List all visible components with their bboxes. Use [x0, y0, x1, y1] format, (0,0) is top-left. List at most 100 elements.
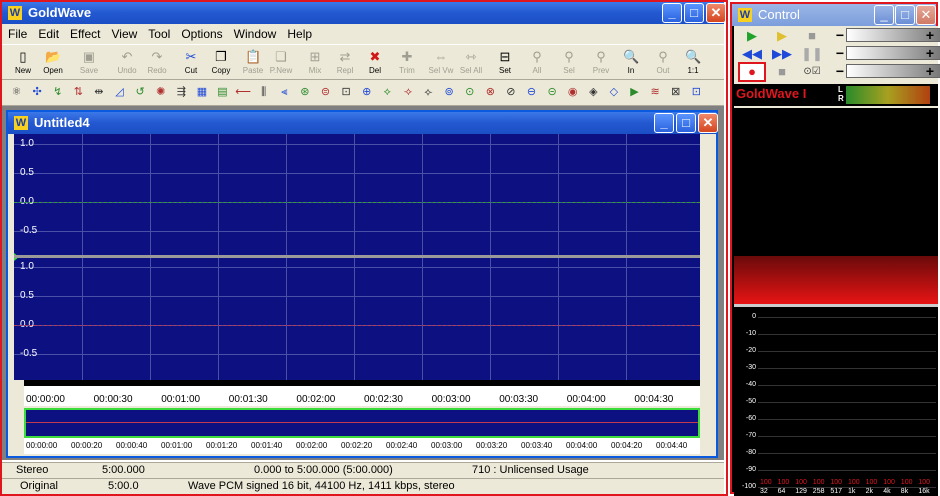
- toolbar-out-button[interactable]: ⚲ Out: [648, 47, 678, 79]
- menu-effect[interactable]: Effect: [64, 24, 105, 41]
- control-maximize-button[interactable]: □: [895, 5, 915, 25]
- effect-19-icon[interactable]: ⟡: [379, 84, 396, 101]
- toolbar-cut-button[interactable]: ✂ Cut: [176, 47, 206, 79]
- toolbar-in-button[interactable]: 🔍 In: [616, 47, 646, 79]
- effect-27-icon[interactable]: ⊝: [544, 84, 561, 101]
- toolbar-redo-button[interactable]: ↷ Redo: [142, 47, 172, 79]
- control-close-button[interactable]: ✕: [916, 5, 936, 25]
- effect-11-icon[interactable]: ▤: [214, 84, 231, 101]
- sound-minimize-button[interactable]: _: [654, 113, 674, 133]
- effect-7-icon[interactable]: ↺: [132, 84, 149, 101]
- effect-30-icon[interactable]: ◇: [605, 84, 622, 101]
- overview-waveform[interactable]: [24, 408, 700, 438]
- toolbar-trim-button[interactable]: ✚ Trim: [392, 47, 422, 79]
- effect-17-icon[interactable]: ⊡: [338, 84, 355, 101]
- effect-20-icon[interactable]: ⟢: [399, 84, 416, 101]
- record-icon[interactable]: ●: [738, 62, 766, 82]
- menu-view[interactable]: View: [106, 24, 143, 41]
- rewind-icon[interactable]: ◀◀: [740, 46, 764, 62]
- minimize-button[interactable]: _: [662, 3, 682, 23]
- sound-close-button[interactable]: ✕: [698, 113, 718, 133]
- effect-28-icon[interactable]: ◉: [564, 84, 581, 101]
- effect-33-icon[interactable]: ⊠: [667, 84, 684, 101]
- toolbar-mix-button[interactable]: ⊞ Mix: [300, 47, 330, 79]
- effect-23-icon[interactable]: ⊙: [461, 84, 478, 101]
- toolbar-all-button[interactable]: ⚲ All: [522, 47, 552, 79]
- effect-16-icon[interactable]: ⊜: [317, 84, 334, 101]
- control-title-bar[interactable]: W Control _ □ ✕: [732, 4, 936, 26]
- effect-29-icon[interactable]: ◈: [585, 84, 602, 101]
- menu-file[interactable]: File: [2, 24, 32, 41]
- effect-22-icon[interactable]: ⊚: [441, 84, 458, 101]
- time-tick-label: 00:02:00: [296, 394, 336, 405]
- toolbar-p-new-button[interactable]: ❏ P.New: [266, 47, 296, 79]
- fast-forward-icon[interactable]: ▶▶: [770, 46, 794, 62]
- effect-18-icon[interactable]: ⊕: [358, 84, 375, 101]
- record-options-icon[interactable]: ⊙☑: [800, 64, 824, 80]
- toolbar-copy-button[interactable]: ❐ Copy: [206, 47, 236, 79]
- toolbar-undo-button[interactable]: ↶ Undo: [112, 47, 142, 79]
- toolbar-label: All: [532, 66, 542, 75]
- play-icon[interactable]: ▶: [740, 28, 764, 44]
- effect-21-icon[interactable]: ⟣: [420, 84, 437, 101]
- toolbar-new-button[interactable]: ▯ New: [8, 47, 38, 79]
- toolbar-repl-button[interactable]: ⇄ Repl: [330, 47, 360, 79]
- menu-help[interactable]: Help: [281, 24, 317, 41]
- effect-13-icon[interactable]: ⫼: [255, 84, 272, 101]
- close-button[interactable]: ✕: [706, 3, 726, 23]
- volume-minus-icon[interactable]: −: [834, 28, 846, 42]
- volume-plus-icon[interactable]: +: [924, 28, 936, 42]
- menu-options[interactable]: Options: [175, 24, 227, 41]
- toolbar-del-button[interactable]: ✖ Del: [360, 47, 390, 79]
- freq-label: 517: [830, 488, 843, 495]
- effect-34-icon[interactable]: ⊡: [688, 84, 705, 101]
- effect-10-icon[interactable]: ▦: [193, 84, 210, 101]
- toolbar-sel-vw-button[interactable]: ⇔ Sel Vw: [426, 47, 456, 79]
- speed-plus-icon[interactable]: +: [924, 64, 936, 78]
- effect-12-icon[interactable]: ⟵: [235, 84, 252, 101]
- balance-plus-icon[interactable]: +: [924, 46, 936, 60]
- toolbar-sel-all-button[interactable]: ⇿ Sel All: [456, 47, 486, 79]
- stop-record-icon[interactable]: ■: [770, 64, 794, 80]
- sound-title-bar[interactable]: W Untitled4 _ □ ✕: [8, 112, 718, 134]
- effect-1-icon[interactable]: ⚛: [8, 84, 25, 101]
- stop-icon[interactable]: ■: [800, 28, 824, 44]
- toolbar-set-button[interactable]: ⊟ Set: [490, 47, 520, 79]
- effect-26-icon[interactable]: ⊖: [523, 84, 540, 101]
- waveform-display[interactable]: 1.0 0.5 0.0 -0.5 1.0 0.5 0.0 -0.5: [14, 134, 700, 380]
- toolbar-open-button[interactable]: 📂 Open: [38, 47, 68, 79]
- toolbar-prev-button[interactable]: ⚲ Prev: [586, 47, 616, 79]
- effect-24-icon[interactable]: ⊗: [482, 84, 499, 101]
- db-gridline: [758, 334, 936, 335]
- effect-15-icon[interactable]: ⊛: [296, 84, 313, 101]
- toolbar-sel-button[interactable]: ⚲ Sel: [554, 47, 584, 79]
- effect-31-icon[interactable]: ▶: [626, 84, 643, 101]
- maximize-button[interactable]: □: [684, 3, 704, 23]
- toolbar-save-button[interactable]: ▣ Save: [74, 47, 104, 79]
- pause-icon[interactable]: ❚❚: [800, 46, 824, 62]
- toolbar-1-1-button[interactable]: 🔍 1:1: [678, 47, 708, 79]
- effect-5-icon[interactable]: ⇹: [90, 84, 107, 101]
- menu-tool[interactable]: Tool: [142, 24, 175, 41]
- effect-6-icon[interactable]: ◿: [111, 84, 128, 101]
- effect-8-icon[interactable]: ✺: [152, 84, 169, 101]
- effect-9-icon[interactable]: ⇶: [173, 84, 190, 101]
- menu-window[interactable]: Window: [228, 24, 282, 41]
- effect-2-icon[interactable]: ✣: [29, 84, 46, 101]
- effect-3-icon[interactable]: ↯: [49, 84, 66, 101]
- main-title-bar[interactable]: W GoldWave _ □ ✕: [2, 2, 726, 24]
- balance-minus-icon[interactable]: −: [834, 46, 846, 60]
- play-selection-icon[interactable]: ▶: [770, 28, 794, 44]
- time-tick-label: 00:00:30: [93, 394, 133, 405]
- toolbar-paste-button[interactable]: 📋 Paste: [238, 47, 268, 79]
- sound-maximize-button[interactable]: □: [676, 113, 696, 133]
- effect-4-icon[interactable]: ⇅: [70, 84, 87, 101]
- speed-minus-icon[interactable]: −: [834, 64, 846, 78]
- effect-25-icon[interactable]: ⊘: [502, 84, 519, 101]
- app-title: GoldWave: [28, 5, 92, 20]
- effect-14-icon[interactable]: ⫷: [276, 84, 293, 101]
- effect-32-icon[interactable]: ≋: [647, 84, 664, 101]
- menu-edit[interactable]: Edit: [32, 24, 64, 41]
- db-gridline: [758, 317, 936, 318]
- control-minimize-button[interactable]: _: [874, 5, 894, 25]
